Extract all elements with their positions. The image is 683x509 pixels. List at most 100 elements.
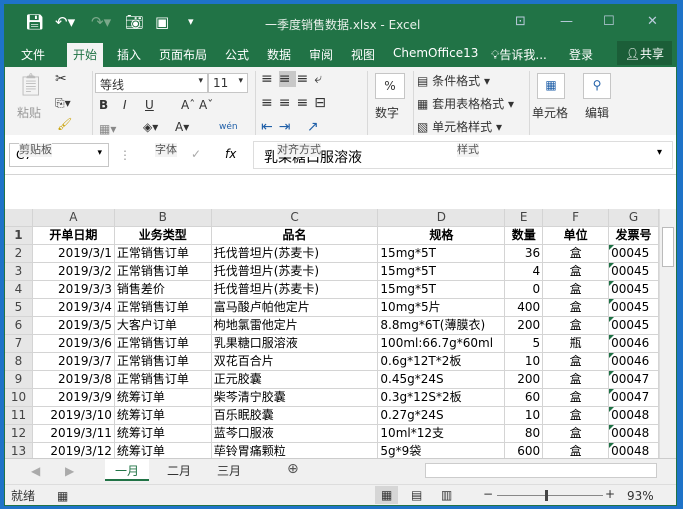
cell[interactable]: 2019/3/6 <box>32 335 115 353</box>
zoom-out-icon[interactable]: − <box>483 486 493 502</box>
vertical-align-icons[interactable]: ≡≡≡⤶ <box>261 71 328 87</box>
cut-icon[interactable]: ✂ <box>55 71 67 87</box>
cell[interactable]: 00047 <box>609 371 659 389</box>
cells-button[interactable]: 单元格 <box>532 105 568 121</box>
tab-insert[interactable]: 插入 <box>117 46 141 63</box>
cell[interactable]: 盒 <box>543 245 610 263</box>
cell[interactable]: 0.6g*12T*2板 <box>378 353 506 371</box>
select-all[interactable] <box>5 209 33 227</box>
cell[interactable]: 销售差价 <box>114 281 212 299</box>
cell[interactable]: 0.45g*24S <box>378 371 506 389</box>
cell[interactable]: 4 <box>505 263 544 281</box>
maximize-button[interactable]: ☐ <box>603 14 615 29</box>
horizontal-scrollbar[interactable] <box>425 463 657 478</box>
row-header[interactable]: 7 <box>5 335 33 353</box>
enter-icon[interactable]: ✓ <box>191 146 201 162</box>
cell[interactable]: 正常销售订单 <box>114 353 212 371</box>
cell[interactable]: 乳果糖口服溶液 <box>211 335 379 353</box>
tab-page-layout[interactable]: 页面布局 <box>159 46 207 63</box>
cell[interactable]: 瓶 <box>543 335 610 353</box>
cell[interactable]: 盒 <box>543 407 610 425</box>
cell[interactable]: 00048 <box>609 407 659 425</box>
column-header-B[interactable]: B <box>114 209 212 227</box>
cell[interactable]: 大客户订单 <box>114 317 212 335</box>
cell[interactable]: 15mg*5T <box>378 263 506 281</box>
cell[interactable]: 托伐普坦片(苏麦卡) <box>211 245 379 263</box>
scroll-right-icon[interactable]: ▶ <box>65 463 74 479</box>
column-header-A[interactable]: A <box>32 209 115 227</box>
cell[interactable]: 2019/3/9 <box>32 389 115 407</box>
tab-review[interactable]: 审阅 <box>309 46 333 63</box>
cell[interactable]: 统筹订单 <box>114 389 212 407</box>
macro-record-icon[interactable]: ▦ <box>57 488 68 504</box>
cell[interactable]: 统筹订单 <box>114 407 212 425</box>
column-header-D[interactable]: D <box>378 209 506 227</box>
bold-button[interactable]: B <box>99 97 108 113</box>
cell[interactable]: 2019/3/3 <box>32 281 115 299</box>
zoom-level[interactable]: 93% <box>627 488 654 504</box>
customize-qat-icon[interactable]: ▾ <box>188 13 194 31</box>
cell[interactable]: 10 <box>505 353 544 371</box>
row-header[interactable]: 5 <box>5 299 33 317</box>
cell[interactable]: 2019/3/7 <box>32 353 115 371</box>
cell[interactable]: 00046 <box>609 335 659 353</box>
sheet-tab-mar[interactable]: 三月 <box>207 459 251 481</box>
cell[interactable]: 0.3g*12S*2板 <box>378 389 506 407</box>
cell[interactable]: 200 <box>505 371 544 389</box>
cell[interactable]: 富马酸卢帕他定片 <box>211 299 379 317</box>
cell[interactable]: 2019/3/5 <box>32 317 115 335</box>
cell[interactable]: 发票号 <box>609 227 659 245</box>
cell[interactable]: 正常销售订单 <box>114 245 212 263</box>
cell[interactable]: 15mg*5T <box>378 281 506 299</box>
cell[interactable]: 15mg*5T <box>378 245 506 263</box>
cell[interactable]: 盒 <box>543 389 610 407</box>
cell[interactable]: 2019/3/1 <box>32 245 115 263</box>
normal-view-icon[interactable]: ▦ <box>375 486 399 504</box>
format-painter-icon[interactable]: 🖌︎ <box>57 117 72 131</box>
ribbon-display-icon[interactable]: ⊡ <box>515 14 526 29</box>
tab-data[interactable]: 数据 <box>267 46 291 63</box>
tab-chemoffice[interactable]: ChemOffice13 <box>393 46 478 60</box>
tab-home[interactable]: 开始 <box>67 43 104 67</box>
cell[interactable]: 规格 <box>378 227 506 245</box>
table-format-button[interactable]: ▦ 套用表格格式 ▾ <box>417 96 514 112</box>
cell[interactable]: 00045 <box>609 281 659 299</box>
cell[interactable]: 00047 <box>609 389 659 407</box>
row-header[interactable]: 1 <box>5 227 33 245</box>
add-sheet-icon[interactable]: ⊕ <box>287 461 299 477</box>
copy-icon[interactable]: ⎘▾ <box>55 95 71 111</box>
row-header[interactable]: 12 <box>5 425 33 443</box>
row-header[interactable]: 9 <box>5 371 33 389</box>
paste-label[interactable]: 粘贴 <box>17 105 41 121</box>
conditional-format-button[interactable]: ▤ 条件格式 ▾ <box>417 73 490 89</box>
tell-me[interactable]: 💡︎告诉我... <box>491 46 547 63</box>
cell[interactable]: 0 <box>505 281 544 299</box>
redo-icon[interactable]: ↷▾ <box>91 13 111 31</box>
column-header-F[interactable]: F <box>543 209 610 227</box>
cell[interactable]: 10ml*12支 <box>378 425 506 443</box>
insert-function-icon[interactable]: fx <box>225 146 236 162</box>
phonetic-icon[interactable]: wén <box>219 119 238 135</box>
cell[interactable]: 0.27g*24S <box>378 407 506 425</box>
vertical-scrollbar[interactable] <box>659 209 676 459</box>
close-button[interactable]: ✕ <box>647 14 658 29</box>
horizontal-align-icons[interactable]: ≡≡≡⊟ <box>261 95 332 111</box>
camera-icon[interactable]: 📷︎ <box>125 13 144 31</box>
cell[interactable]: 10mg*5片 <box>378 299 506 317</box>
scroll-left-icon[interactable]: ◀ <box>31 463 40 479</box>
cell[interactable]: 8.8mg*6T(薄膜衣) <box>378 317 506 335</box>
italic-button[interactable]: I <box>123 97 127 113</box>
cell[interactable]: 托伐普坦片(苏麦卡) <box>211 281 379 299</box>
font-size-select[interactable]: 11 ▾ <box>208 73 248 93</box>
row-header[interactable]: 4 <box>5 281 33 299</box>
cell[interactable]: 2019/3/11 <box>32 425 115 443</box>
save-icon[interactable]: 💾︎ <box>25 13 44 31</box>
cell[interactable]: 80 <box>505 425 544 443</box>
indent-icons[interactable]: ⇤⇥ ↗ <box>261 119 325 135</box>
cell[interactable]: 36 <box>505 245 544 263</box>
row-header[interactable]: 11 <box>5 407 33 425</box>
cell[interactable]: 00045 <box>609 245 659 263</box>
cell[interactable]: 盒 <box>543 425 610 443</box>
cell[interactable]: 正元胶囊 <box>211 371 379 389</box>
cell[interactable]: 单位 <box>543 227 610 245</box>
